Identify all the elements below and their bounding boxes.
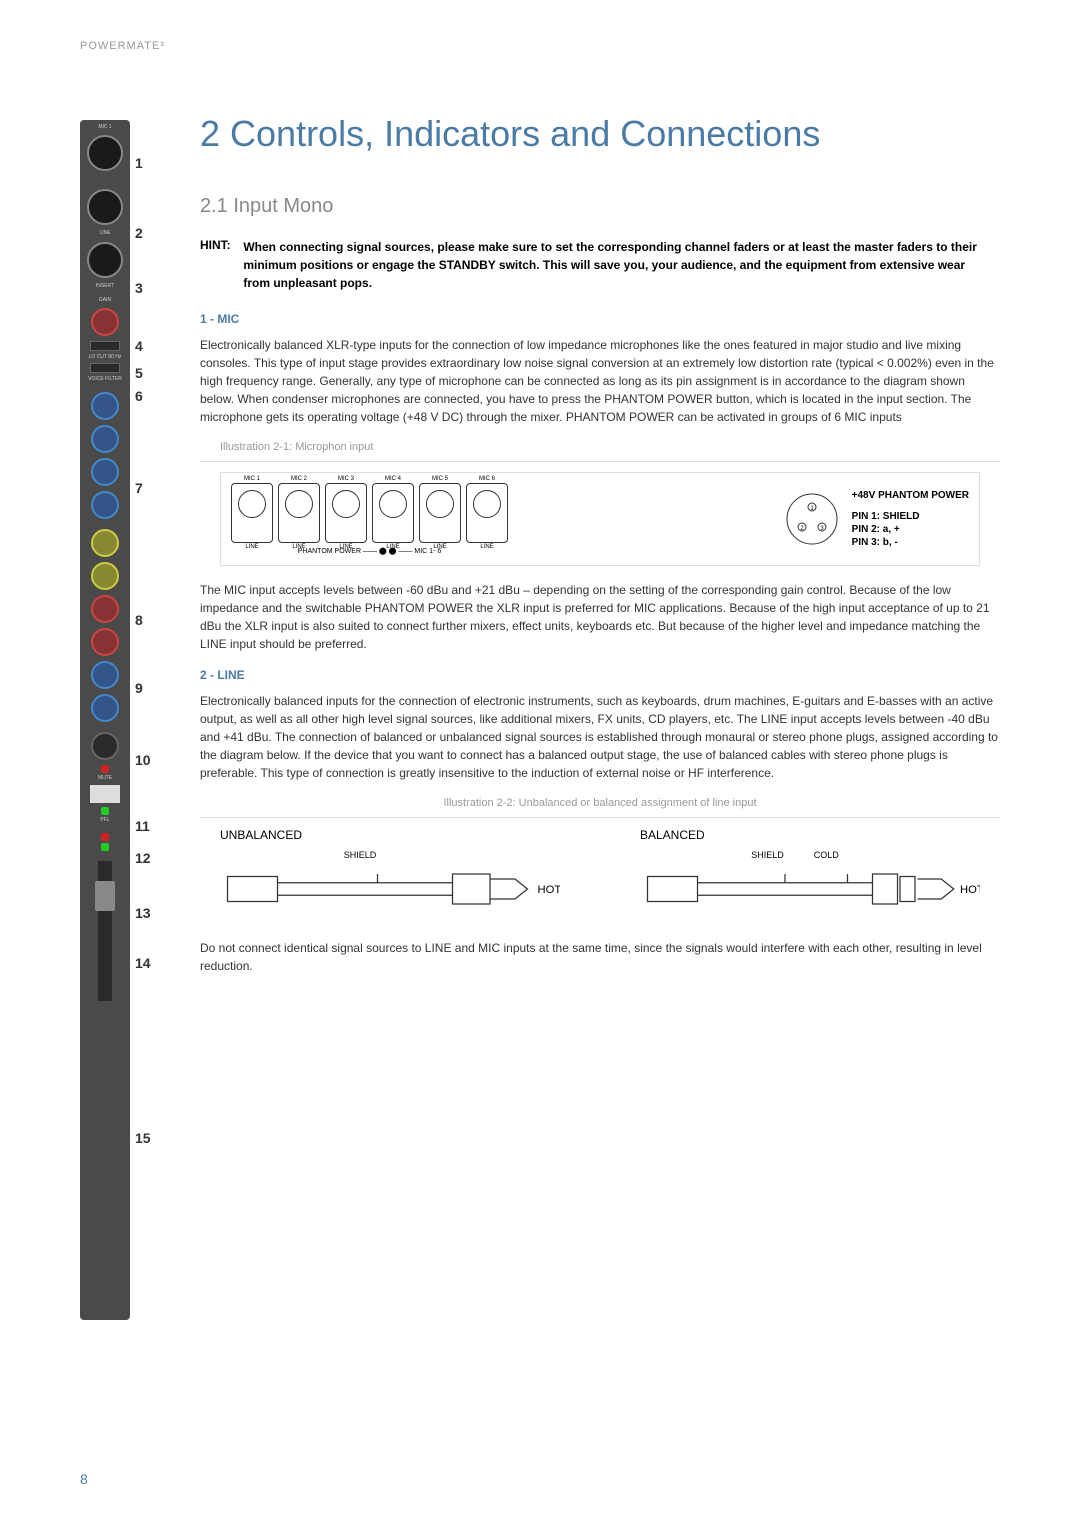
fader-cap-icon <box>95 881 115 911</box>
channel-strip-diagram: MIC 1 LINE INSERT GAIN LO CUT 80 Hz VOIC… <box>80 120 130 1320</box>
pfl-indicator-icon <box>101 807 109 815</box>
brand-header: POWERMATE³ <box>80 40 1000 52</box>
aux2-knob-icon <box>91 628 119 656</box>
mic-heading: 1 - MIC <box>200 312 1000 326</box>
hint-block: HINT: When connecting signal sources, pl… <box>200 238 1000 292</box>
divider <box>200 461 1000 462</box>
line-jack-icon <box>87 189 123 225</box>
callout-2: 2 <box>135 225 143 241</box>
callout-15: 15 <box>135 1130 151 1146</box>
illustration-2-2-caption: Illustration 2-2: Unbalanced or balanced… <box>200 797 1000 809</box>
page-number: 8 <box>80 1471 88 1487</box>
pan-knob-icon <box>91 732 119 760</box>
callout-12: 12 <box>135 850 151 866</box>
callout-13: 13 <box>135 905 151 921</box>
pin-info: +48V PHANTOM POWER PIN 1: SHIELD PIN 2: … <box>852 489 969 549</box>
lo-knob-icon <box>91 491 119 519</box>
strip-pfl-label: PFL <box>80 817 130 823</box>
page-title: 2 Controls, Indicators and Connections <box>200 112 1000 155</box>
callout-9: 9 <box>135 680 143 696</box>
strip-line-label: LINE <box>80 230 130 236</box>
unbalanced-jack-diagram: UNBALANCED SHIELD HOT <box>220 828 560 919</box>
aux1-knob-icon <box>91 595 119 623</box>
strip-gain-label: GAIN <box>80 297 130 303</box>
mon1-knob-icon <box>91 661 119 689</box>
strip-mic-label: MIC 1 <box>80 124 130 130</box>
mute-indicator-icon <box>101 765 109 773</box>
xlr-connector-icon <box>87 135 123 171</box>
fx2-knob-icon <box>91 562 119 590</box>
illustration-2-1-caption: Illustration 2-1: Microphon input <box>220 441 1000 453</box>
section-heading-2-1: 2.1 Input Mono <box>200 195 1000 218</box>
callout-7: 7 <box>135 480 143 496</box>
mid-knob-icon <box>91 458 119 486</box>
hint-text: When connecting signal sources, please m… <box>243 238 993 292</box>
strip-mute-label: MUTE <box>80 775 130 781</box>
ts-jack-icon: HOT <box>220 864 560 914</box>
pk-indicator-icon <box>101 833 109 841</box>
line-heading: 2 - LINE <box>200 668 1000 682</box>
phantom-power-diagram-label: PHANTOM POWER —— ⬤ ⬤ —— MIC 1- 6 <box>231 547 508 555</box>
locut-button-icon <box>90 341 120 351</box>
insert-jack-icon <box>87 242 123 278</box>
hint-label: HINT: <box>200 238 240 252</box>
callout-6: 6 <box>135 388 143 404</box>
channel-number-display <box>90 785 120 803</box>
svg-text:HOT: HOT <box>960 884 980 896</box>
balanced-jack-diagram: BALANCED SHIELD COLD HOT <box>640 828 980 919</box>
callout-1: 1 <box>135 155 143 171</box>
strip-insert-label: INSERT <box>80 283 130 289</box>
line-para2: Do not connect identical signal sources … <box>200 939 1000 975</box>
callout-4: 4 <box>135 338 143 354</box>
callout-3: 3 <box>135 280 143 296</box>
svg-text:HOT: HOT <box>538 884 561 896</box>
mon2-knob-icon <box>91 694 119 722</box>
xlr-pinout-icon: 1 2 3 <box>782 489 842 549</box>
mic-para2: The MIC input accepts levels between -60… <box>200 581 1000 653</box>
illustration-2-2: UNBALANCED SHIELD HOT BALANCED <box>220 828 980 919</box>
callout-14: 14 <box>135 955 151 971</box>
divider-2 <box>200 817 1000 818</box>
callout-10: 10 <box>135 752 151 768</box>
gain-knob-icon <box>91 308 119 336</box>
strip-voice-label: VOICE FILTER <box>80 376 130 382</box>
callout-5: 5 <box>135 365 143 381</box>
strip-locut-label: LO CUT 80 Hz <box>80 354 130 360</box>
fx1-knob-icon <box>91 529 119 557</box>
illustration-2-1: MIC 1LINE MIC 2LINE MIC 3LINE MIC 4LINE … <box>220 472 980 566</box>
mid-freq-knob-icon <box>91 425 119 453</box>
mic-para1: Electronically balanced XLR-type inputs … <box>200 336 1000 426</box>
xlr-connector-row: MIC 1LINE MIC 2LINE MIC 3LINE MIC 4LINE … <box>231 483 508 543</box>
callout-8: 8 <box>135 612 143 628</box>
callout-11: 11 <box>135 818 150 834</box>
trs-jack-icon: HOT <box>640 864 980 914</box>
balanced-title: BALANCED <box>640 828 980 842</box>
voice-button-icon <box>90 363 120 373</box>
sig-indicator-icon <box>101 843 109 851</box>
unbalanced-title: UNBALANCED <box>220 828 560 842</box>
line-para1: Electronically balanced inputs for the c… <box>200 692 1000 782</box>
channel-fader-icon <box>98 861 112 1001</box>
hi-knob-icon <box>91 392 119 420</box>
